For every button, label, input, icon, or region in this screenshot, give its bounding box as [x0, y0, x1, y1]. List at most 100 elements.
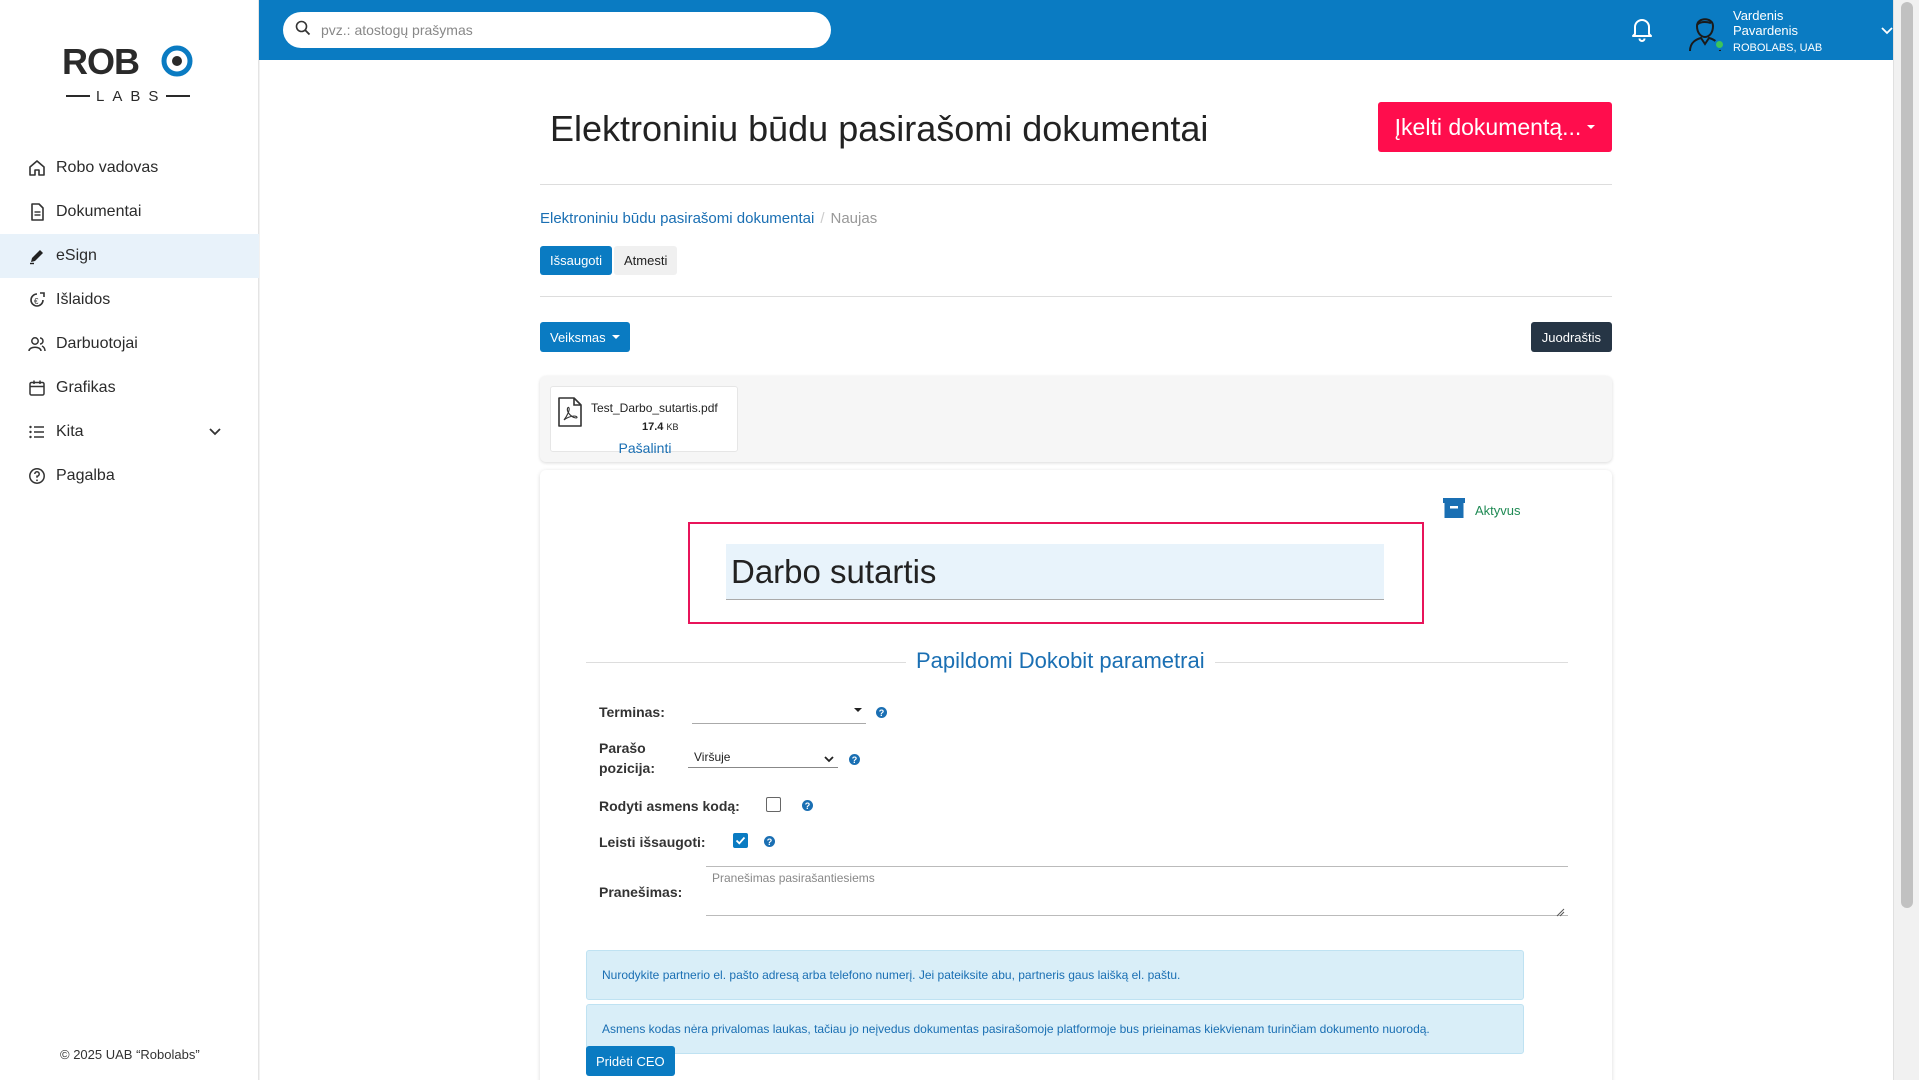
help-icon[interactable]: ?	[764, 836, 775, 847]
breadcrumb-link[interactable]: Elektroniniu būdu pasirašomi dokumentai	[540, 210, 814, 227]
sidebar-item-label: Pagalba	[56, 467, 115, 484]
divider	[540, 184, 1612, 185]
show-personal-code-checkbox[interactable]	[766, 797, 781, 812]
attachment-size-unit: KB	[666, 422, 679, 432]
svg-text:ROB: ROB	[62, 41, 139, 82]
sidebar-nav: Robo vadovas Dokumentai eSign € Išlaidos…	[0, 146, 259, 498]
status-label: Aktyvus	[1475, 503, 1521, 518]
sidebar-item-label: eSign	[56, 247, 97, 264]
svg-text:€: €	[34, 297, 39, 306]
document-form: Aktyvus Papildomi Dokobit parametrai Ter…	[540, 470, 1612, 1080]
status-toggle[interactable]: Aktyvus	[1443, 498, 1521, 523]
signature-position-select[interactable]: Viršuje	[688, 746, 838, 768]
sidebar-item-islaidos[interactable]: € Išlaidos	[0, 278, 259, 322]
signature-position-label-2: pozicija:	[599, 760, 655, 776]
list-icon	[28, 423, 46, 441]
upload-document-button[interactable]: Įkelti dokumentą...	[1378, 102, 1612, 152]
signature-position-label-line1: Parašo	[599, 740, 646, 756]
sidebar-item-label: Darbuotojai	[56, 335, 138, 352]
add-ceo-button[interactable]: Pridėti CEO	[586, 1046, 675, 1076]
divider	[540, 296, 1612, 297]
resize-handle-icon[interactable]	[1556, 904, 1565, 922]
signature-position-label: Parašo	[599, 740, 646, 756]
checkmark-icon	[735, 836, 746, 845]
info-alert: Asmens kodas nėra privalomas laukas, tač…	[586, 1004, 1524, 1054]
users-icon	[28, 335, 46, 353]
attachments-panel: Test_Darbo_sutartis.pdf 17.4 KB Pašalint…	[540, 376, 1612, 462]
sidebar-item-label: Robo vadovas	[56, 159, 159, 176]
signature-position-value: Viršuje	[694, 749, 731, 764]
chevron-down-icon	[824, 752, 834, 766]
copyright: © 2025 UAB “Robolabs”	[60, 1047, 200, 1062]
sidebar-item-label: Grafikas	[56, 379, 116, 396]
pdf-file-icon	[557, 397, 583, 432]
help-icon[interactable]: ?	[802, 800, 813, 811]
expenses-icon: €	[28, 291, 46, 309]
sidebar-item-pagalba[interactable]: Pagalba	[0, 454, 259, 498]
online-status-dot	[1714, 39, 1725, 50]
user-name: Vardenis Pavardenis	[1733, 8, 1799, 38]
document-title-input[interactable]	[726, 544, 1384, 600]
sidebar-item-label: Kita	[56, 423, 84, 440]
attachment-size: 17.4 KB	[642, 421, 679, 433]
action-dropdown-button[interactable]: Veiksmas	[540, 322, 630, 352]
show-personal-code-label: Rodyti asmens kodą:	[599, 798, 740, 814]
bell-icon[interactable]	[1631, 16, 1653, 47]
caret-down-icon	[611, 335, 620, 339]
sidebar-item-dokumentai[interactable]: Dokumentai	[0, 190, 259, 234]
page-title: Elektroniniu būdu pasirašomi dokumentai	[550, 108, 1209, 149]
message-label: Pranešimas:	[599, 884, 683, 900]
search-icon	[295, 20, 311, 41]
svg-text:LABS: LABS	[96, 88, 166, 105]
breadcrumb: Elektroniniu būdu pasirašomi dokumentai /…	[540, 210, 877, 227]
sidebar: ROB LABS Robo vadovas Dokumentai eSign €…	[0, 0, 259, 1080]
avatar	[1685, 10, 1725, 52]
document-title-box	[688, 522, 1424, 624]
sidebar-item-darbuotojai[interactable]: Darbuotojai	[0, 322, 259, 366]
help-icon[interactable]: ?	[849, 754, 860, 765]
sidebar-item-label: Išlaidos	[56, 291, 111, 308]
robolabs-logo[interactable]: ROB LABS	[62, 40, 194, 106]
discard-button[interactable]: Atmesti	[614, 246, 678, 275]
sidebar-item-esign[interactable]: eSign	[0, 234, 259, 278]
signature-position-label-line2: pozicija:	[599, 760, 656, 776]
upload-document-label: Įkelti dokumentą...	[1394, 113, 1582, 140]
archive-icon	[1443, 498, 1465, 523]
document-icon	[28, 203, 46, 221]
attachment-filename[interactable]: Test_Darbo_sutartis.pdf	[591, 401, 718, 415]
chevron-down-icon[interactable]	[209, 423, 221, 441]
action-label: Veiksmas	[550, 329, 606, 345]
user-menu[interactable]: Vardenis Pavardenis ROBOLABS, UAB	[1685, 8, 1893, 54]
remove-attachment-link[interactable]: Pašalinti	[551, 440, 739, 456]
caret-down-icon	[1587, 125, 1596, 129]
search-box[interactable]	[283, 12, 831, 48]
help-icon[interactable]: ?	[876, 707, 887, 718]
search-input[interactable]	[321, 22, 801, 38]
breadcrumb-current: Naujas	[830, 210, 878, 227]
attachment-card[interactable]: Test_Darbo_sutartis.pdf 17.4 KB Pašalint…	[550, 386, 738, 456]
sidebar-item-kita[interactable]: Kita	[0, 410, 259, 454]
main-content: Elektroniniu būdu pasirašomi dokumentai …	[260, 60, 1893, 1080]
page-scrollbar[interactable]	[1893, 0, 1919, 1080]
allow-save-label: Leisti išsaugoti:	[599, 834, 706, 850]
home-icon	[28, 159, 46, 177]
sidebar-item-grafikas[interactable]: Grafikas	[0, 366, 259, 410]
user-company: ROBOLABS, UAB	[1733, 42, 1823, 54]
chevron-down-icon[interactable]	[1881, 22, 1893, 40]
caret-down-icon	[854, 708, 862, 712]
info-alert: Nurodykite partnerio el. pašto adresą ar…	[586, 950, 1524, 1000]
term-label: Terminas:	[599, 704, 665, 720]
topbar: Vardenis Pavardenis ROBOLABS, UAB	[259, 0, 1893, 60]
allow-save-checkbox[interactable]	[733, 833, 748, 848]
pen-icon	[28, 247, 46, 265]
scrollbar-thumb[interactable]	[1901, 2, 1913, 908]
sidebar-item-robo-vadovas[interactable]: Robo vadovas	[0, 146, 259, 190]
save-button[interactable]: Išsaugoti	[540, 246, 613, 275]
draft-status-button[interactable]: Juodraštis	[1530, 322, 1612, 352]
message-textarea[interactable]	[706, 866, 1568, 916]
breadcrumb-separator: /	[820, 210, 825, 227]
calendar-icon	[28, 379, 46, 397]
help-icon	[28, 467, 46, 485]
term-select[interactable]	[692, 700, 866, 724]
attachment-size-value: 17.4	[642, 421, 664, 433]
